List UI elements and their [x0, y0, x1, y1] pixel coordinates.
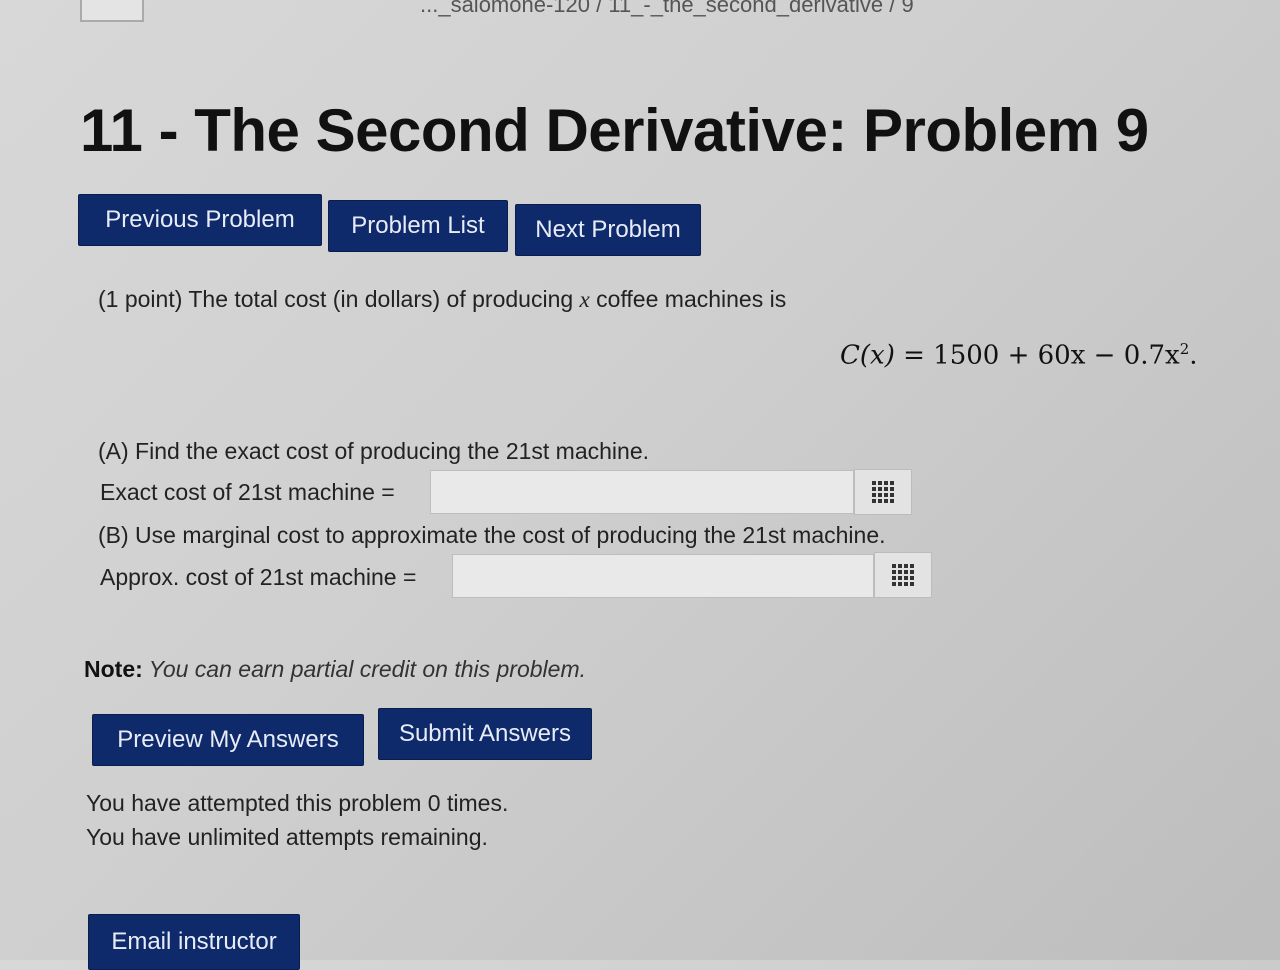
cost-formula: C(x) = 1500 + 60x − 0.7x2. — [840, 340, 1198, 371]
submit-answers-button[interactable]: Submit Answers — [378, 708, 592, 760]
formula-lhs: C(x) — [840, 340, 895, 371]
formula-suffix: . — [1189, 340, 1198, 371]
attempts-count: You have attempted this problem 0 times. — [86, 790, 509, 816]
problem-list-button[interactable]: Problem List — [328, 200, 508, 252]
note-label: Note: — [84, 656, 143, 682]
part-b-equation-editor-button[interactable] — [874, 552, 932, 598]
email-instructor-button[interactable]: Email instructor — [88, 914, 300, 970]
preview-answers-button[interactable]: Preview My Answers — [92, 714, 364, 766]
top-tab[interactable] — [80, 0, 144, 22]
page-title: 11 - The Second Derivative: Problem 9 — [80, 97, 1149, 164]
breadcrumb: ..._salomone-120 / 11_-_the_second_deriv… — [420, 0, 914, 17]
formula-exponent: 2 — [1179, 340, 1190, 358]
formula-rhs: = 1500 + 60x − 0.7x — [894, 340, 1180, 371]
next-problem-button[interactable]: Next Problem — [515, 204, 701, 256]
part-a-equation-editor-button[interactable] — [854, 469, 912, 515]
part-a-answer-input[interactable] — [430, 470, 854, 514]
part-a-label: Exact cost of 21st machine = — [100, 479, 395, 505]
part-b-label: Approx. cost of 21st machine = — [100, 564, 417, 590]
partial-credit-note: Note: You can earn partial credit on thi… — [84, 656, 586, 683]
problem-intro-after: coffee machines is — [589, 286, 787, 312]
problem-variable: x — [579, 287, 590, 312]
part-b-question: (B) Use marginal cost to approximate the… — [98, 522, 886, 548]
part-b-answer-input[interactable] — [452, 554, 874, 598]
previous-problem-button[interactable]: Previous Problem — [78, 194, 322, 246]
part-a-question: (A) Find the exact cost of producing the… — [98, 438, 650, 464]
attempts-remaining: You have unlimited attempts remaining. — [86, 824, 488, 850]
problem-intro: (1 point) The total cost (in dollars) of… — [98, 286, 786, 313]
grid-icon — [892, 564, 914, 586]
grid-icon — [872, 481, 894, 503]
note-text: You can earn partial credit on this prob… — [142, 656, 587, 682]
problem-intro-before: (1 point) The total cost (in dollars) of… — [98, 286, 580, 312]
